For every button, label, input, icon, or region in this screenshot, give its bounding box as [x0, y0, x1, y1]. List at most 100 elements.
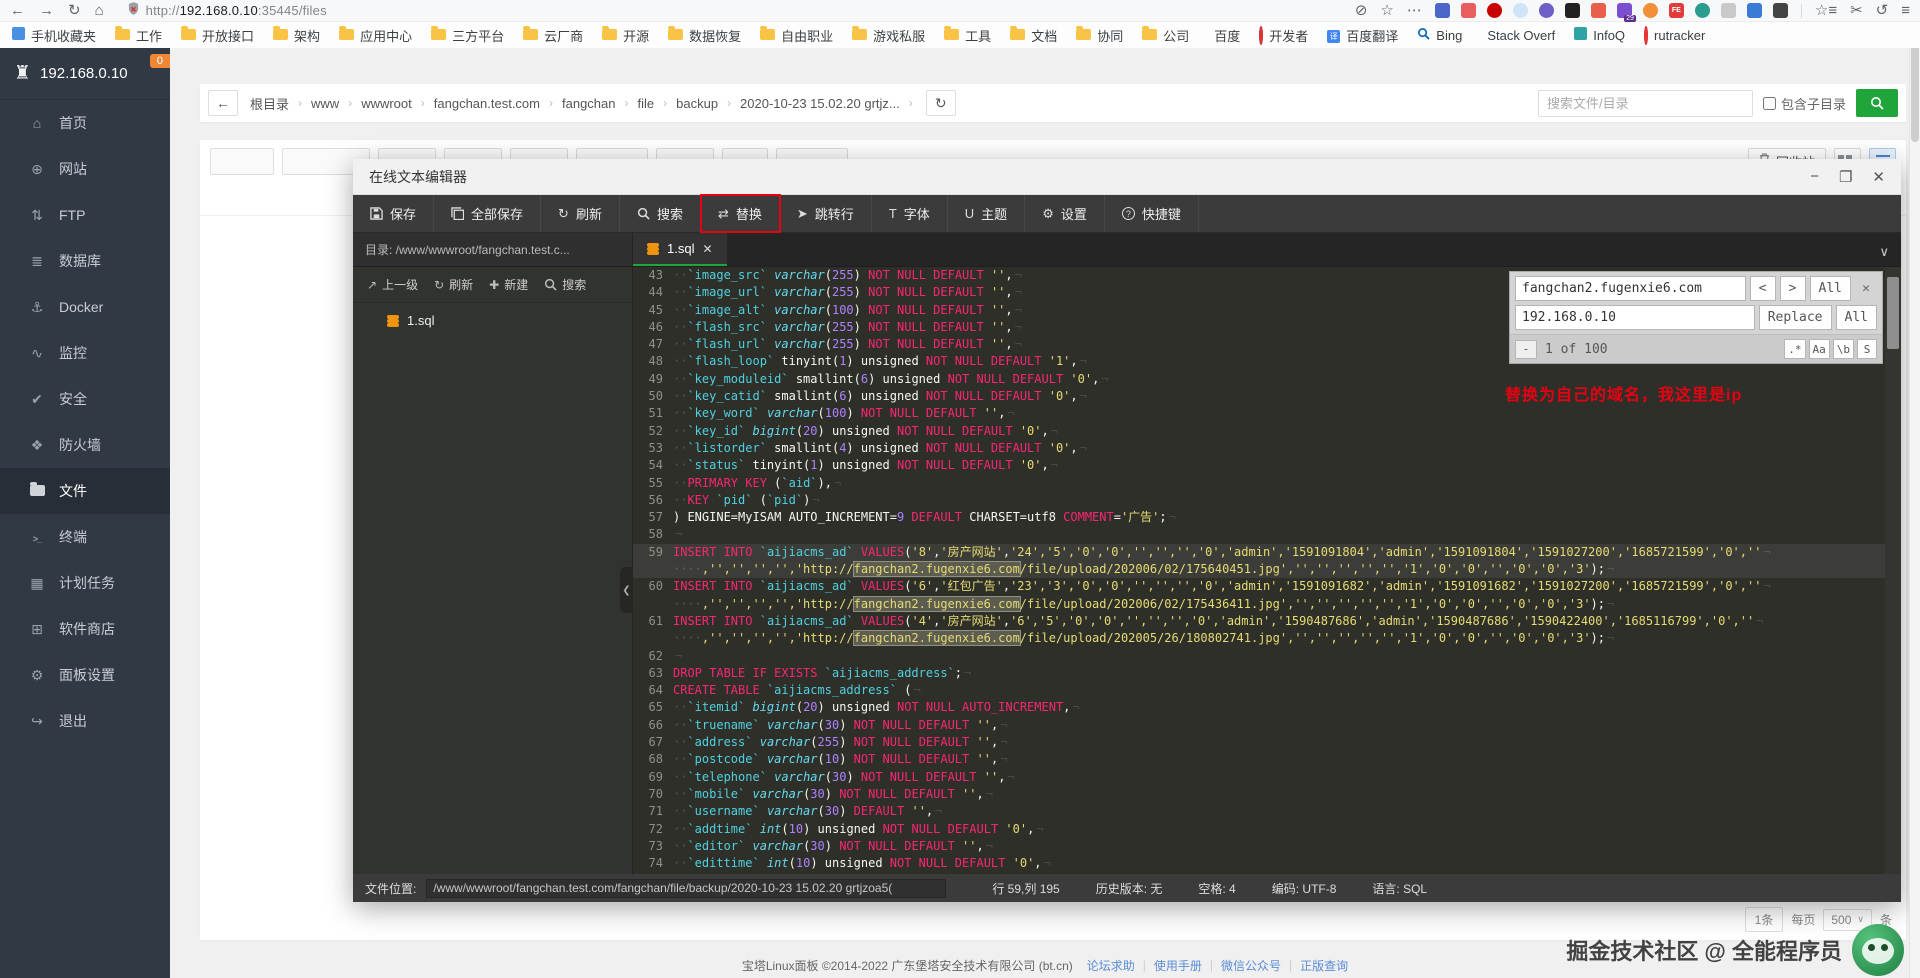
- message-badge[interactable]: 0: [149, 54, 170, 68]
- figure-extension-icon[interactable]: [1590, 3, 1606, 18]
- purple-extension-icon[interactable]: 29: [1616, 3, 1636, 22]
- adblock-extension-icon[interactable]: [1486, 3, 1502, 18]
- back-button[interactable]: ←: [208, 90, 238, 116]
- file-tab[interactable]: 1.sql ✕: [633, 233, 727, 266]
- bookmark-item[interactable]: 三方平台: [431, 25, 504, 45]
- moon-extension-icon[interactable]: [1642, 3, 1658, 18]
- bowl-extension-icon[interactable]: [1694, 3, 1710, 18]
- editor-toolbar-button[interactable]: T 字体: [872, 195, 948, 232]
- screenshot-scissors-icon[interactable]: ✂: [1850, 3, 1863, 18]
- check-extension-icon[interactable]: [1538, 3, 1554, 18]
- file-toolbar-button[interactable]: [210, 147, 274, 175]
- bookmark-item[interactable]: 开放接口: [181, 25, 254, 45]
- bookmark-item[interactable]: 译 百度翻译: [1327, 26, 1398, 45]
- editor-scrollbar[interactable]: [1885, 267, 1901, 874]
- sidebar-item[interactable]: ↪ 退出: [0, 698, 170, 744]
- include-subdir-checkbox[interactable]: 包含子目录: [1762, 94, 1846, 113]
- forward-icon[interactable]: →: [39, 3, 54, 18]
- bookmark-item[interactable]: 公司: [1142, 25, 1189, 45]
- close-icon[interactable]: ✕: [1872, 168, 1885, 186]
- reload-icon[interactable]: ↻: [68, 3, 81, 18]
- home-icon[interactable]: ⌂: [95, 3, 104, 18]
- editor-toolbar-button[interactable]: ⚙ 设置: [1025, 195, 1105, 232]
- editor-toolbar-button[interactable]: 保存: [353, 195, 435, 232]
- sidebar-item[interactable]: ⇅ FTP: [0, 192, 170, 238]
- tree-toolbar-button[interactable]: ↻ 刷新: [434, 276, 473, 293]
- more-actions-icon[interactable]: ⋯: [1407, 3, 1422, 18]
- tree-toolbar-button[interactable]: 搜索: [544, 276, 586, 293]
- tree-toolbar-button[interactable]: ✚ 新建: [489, 276, 528, 293]
- find-next-button[interactable]: >: [1779, 276, 1806, 301]
- bookmark-item[interactable]: 数据恢复: [668, 25, 741, 45]
- find-flag-toggle[interactable]: \b: [1832, 339, 1854, 359]
- sidebar-item[interactable]: ▦ 计划任务: [0, 560, 170, 606]
- editor-toolbar-button[interactable]: ⇄ 替换: [699, 194, 781, 233]
- bookmark-item[interactable]: InfoQ: [1574, 27, 1625, 43]
- flag-extension-icon[interactable]: [1434, 3, 1450, 18]
- find-flag-toggle[interactable]: S: [1857, 339, 1877, 359]
- bookmark-item[interactable]: 工作: [115, 25, 162, 45]
- bookmark-item[interactable]: 文档: [1010, 25, 1057, 45]
- footer-link[interactable]: 论坛求助: [1087, 957, 1135, 974]
- bookmark-item[interactable]: 自由职业: [760, 25, 833, 45]
- fe-extension-icon[interactable]: FE: [1668, 3, 1684, 18]
- url-text[interactable]: http://192.168.0.10:35445/files: [146, 3, 327, 18]
- address-bar[interactable]: http://192.168.0.10:35445/files: [128, 1, 327, 20]
- bookmark-item[interactable]: Bing: [1417, 27, 1462, 43]
- breadcrumb-item[interactable]: 2020-10-23 15.02.20 grtjz...: [740, 96, 900, 111]
- bookmark-item[interactable]: 开源: [602, 25, 649, 45]
- sidebar-item[interactable]: ✔ 安全: [0, 376, 170, 422]
- bookmark-item[interactable]: rutracker: [1644, 25, 1705, 45]
- blue-extension-icon[interactable]: [1746, 3, 1762, 18]
- bookmark-item[interactable]: 应用中心: [339, 25, 412, 45]
- apps-grid-extension-icon[interactable]: [1772, 3, 1788, 18]
- editor-toolbar-button[interactable]: ? 快捷键: [1105, 195, 1199, 232]
- breadcrumb-item[interactable]: www: [311, 96, 339, 111]
- pale-extension-icon[interactable]: [1512, 3, 1528, 18]
- bookmark-item[interactable]: Stack Overf: [1481, 28, 1555, 43]
- collapse-tree-icon[interactable]: ❮: [620, 567, 633, 613]
- editor-toolbar-button[interactable]: ➤ 跳转行: [780, 195, 872, 232]
- bookmark-item[interactable]: 手机收藏夹: [12, 26, 96, 45]
- include-subdir-box[interactable]: [1762, 96, 1776, 110]
- bookmark-item[interactable]: 游戏私服: [852, 25, 925, 45]
- breadcrumb-item[interactable]: file: [638, 96, 655, 111]
- replace-all-button[interactable]: All: [1835, 305, 1877, 330]
- refresh-button[interactable]: ↻: [925, 90, 956, 116]
- editor-toolbar-button[interactable]: 搜索: [620, 195, 701, 232]
- grey-extension-icon[interactable]: [1720, 3, 1736, 18]
- minimize-icon[interactable]: −: [1810, 168, 1819, 185]
- editor-toolbar-button[interactable]: ↻ 刷新: [541, 195, 620, 232]
- sidebar-item[interactable]: ⊞ 软件商店: [0, 606, 170, 652]
- bookmark-item[interactable]: 百度: [1208, 26, 1240, 45]
- sidebar-item[interactable]: 文件: [0, 468, 170, 514]
- site-info-shield-icon[interactable]: [128, 1, 139, 20]
- sidebar-item[interactable]: >_ 终端: [0, 514, 170, 560]
- editor-titlebar[interactable]: 在线文本编辑器 − ❐ ✕: [353, 159, 1901, 195]
- tree-toolbar-button[interactable]: ↗ 上一级: [367, 276, 418, 293]
- dark-extension-icon[interactable]: [1564, 3, 1580, 18]
- sidebar-item[interactable]: ≣ 数据库: [0, 238, 170, 284]
- bookmark-star-icon[interactable]: ☆: [1380, 3, 1393, 18]
- footer-link[interactable]: 使用手册: [1154, 957, 1202, 974]
- scrollbar-thumb[interactable]: [1887, 277, 1899, 349]
- file-path[interactable]: /www/wwwroot/fangchan.test.com/fangchan/…: [426, 878, 947, 898]
- sidebar-item[interactable]: ⊕ 网站: [0, 146, 170, 192]
- collections-icon[interactable]: ☆≡: [1815, 3, 1837, 18]
- bookmark-item[interactable]: 云厂商: [523, 25, 583, 45]
- breadcrumb-item[interactable]: wwwroot: [361, 96, 412, 111]
- find-flag-toggle[interactable]: .*: [1784, 339, 1806, 359]
- reader-mode-icon[interactable]: ⊘: [1355, 3, 1368, 18]
- tree-file-item[interactable]: 1.sql: [353, 303, 632, 328]
- bookmark-item[interactable]: 协同: [1076, 25, 1123, 45]
- search-button[interactable]: [1856, 89, 1898, 117]
- footer-link[interactable]: 微信公众号: [1221, 957, 1281, 974]
- breadcrumb-item[interactable]: 根目录: [250, 94, 289, 113]
- history-undo-icon[interactable]: ↺: [1876, 3, 1889, 18]
- find-input[interactable]: [1515, 276, 1746, 301]
- sidebar-item[interactable]: ❖ 防火墙: [0, 422, 170, 468]
- editor-toolbar-button[interactable]: U 主题: [948, 195, 1026, 232]
- find-prev-button[interactable]: <: [1749, 276, 1776, 301]
- sidebar-item[interactable]: ⚓ Docker: [0, 284, 170, 330]
- replace-button[interactable]: Replace: [1758, 305, 1832, 330]
